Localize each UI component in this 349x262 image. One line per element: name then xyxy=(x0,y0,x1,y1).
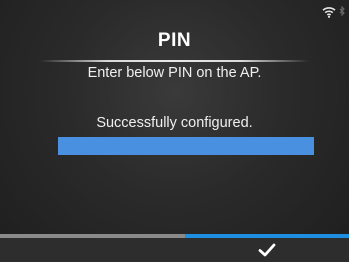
status-message: Successfully configured. xyxy=(96,115,253,131)
page-title: PIN xyxy=(157,30,192,51)
softkey-left[interactable] xyxy=(0,234,185,262)
check-icon xyxy=(258,243,276,257)
status-icons xyxy=(322,6,345,18)
wifi-icon xyxy=(322,6,336,18)
title-divider xyxy=(40,60,309,62)
printer-screen: PIN Enter below PIN on the AP. Successfu… xyxy=(0,0,349,262)
instruction-text: Enter below PIN on the AP. xyxy=(87,65,262,81)
progress-bar-fill xyxy=(58,137,314,155)
bluetooth-icon xyxy=(339,6,345,18)
progress-bar xyxy=(58,137,314,155)
confirm-button[interactable] xyxy=(185,234,349,262)
softkey-bar xyxy=(0,234,349,262)
